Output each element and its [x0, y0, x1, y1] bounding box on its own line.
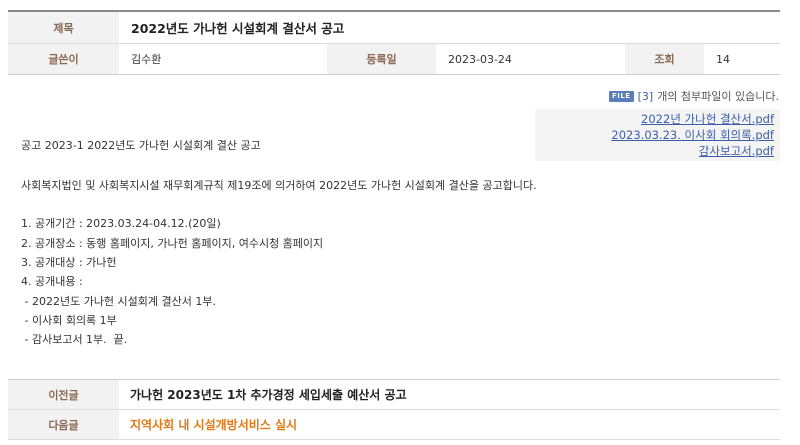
next-post-link[interactable]: 지역사회 내 시설개방서비스 실시	[119, 410, 297, 439]
prev-post-row[interactable]: 이전글 가나헌 2023년도 1차 추가경정 세입세출 예산서 공고	[8, 380, 780, 410]
attachment-count-suffix: 개의 첨부파일이 있습니다.	[657, 90, 779, 103]
body-list-item: 3. 공개대상 : 가나헌	[21, 256, 117, 269]
title-row: 제목 2022년도 가나헌 시설회계 결산서 공고	[8, 12, 780, 44]
body-list-item: 2. 공개장소 : 동행 홈페이지, 가나헌 홈페이지, 여수시청 홈페이지	[21, 237, 324, 250]
prev-post-link[interactable]: 가나헌 2023년도 1차 추가경정 세입세출 예산서 공고	[119, 380, 407, 409]
notice-heading: 공고 2023-1 2022년도 가나헌 시설회계 결산 공고	[21, 139, 261, 152]
post-navigation: 이전글 가나헌 2023년도 1차 추가경정 세입세출 예산서 공고 다음글 지…	[8, 379, 780, 440]
attachment-list: 2022년 가나헌 결산서.pdf 2023.03.23. 이사회 회의록.pd…	[535, 109, 780, 161]
body-sub-item: - 감사보고서 1부. 끝.	[21, 333, 128, 346]
post-title: 2022년도 가나헌 시설회계 결산서 공고	[131, 21, 345, 36]
views-label: 조회	[625, 44, 704, 74]
date-value: 2023-03-24	[448, 52, 512, 66]
next-label: 다음글	[8, 410, 119, 439]
author-label: 글쓴이	[8, 44, 119, 74]
body-sub-item: - 2022년도 가나헌 시설회계 결산서 1부.	[21, 295, 216, 308]
next-post-row[interactable]: 다음글 지역사회 내 시설개방서비스 실시	[8, 410, 780, 440]
attachment-count: [3]	[637, 89, 654, 103]
body-sub-item: - 이사회 회의록 1부	[21, 314, 117, 327]
author-value: 김수환	[131, 53, 162, 66]
post-meta-table: 제목 2022년도 가나헌 시설회계 결산서 공고 글쓴이 김수환 등록일 20…	[8, 10, 780, 75]
file-icon: FILE	[608, 90, 634, 102]
attachment-link[interactable]: 2022년 가나헌 결산서.pdf	[535, 111, 774, 127]
attachment-link[interactable]: 감사보고서.pdf	[535, 143, 774, 159]
body-paragraph: 사회복지법인 및 사회복지시설 재무회계규칙 제19조에 의거하여 2022년도…	[21, 179, 537, 192]
date-label: 등록일	[327, 44, 436, 74]
body-list-item: 1. 공개기간 : 2023.03.24-04.12.(20일)	[21, 217, 221, 230]
attachment-link[interactable]: 2023.03.23. 이사회 회의록.pdf	[535, 127, 774, 143]
body-list-item: 4. 공개내용 :	[21, 275, 83, 288]
info-row: 글쓴이 김수환 등록일 2023-03-24 조회 14	[8, 44, 780, 75]
views-value: 14	[716, 52, 730, 66]
prev-label: 이전글	[8, 380, 119, 409]
title-label: 제목	[8, 12, 119, 43]
attachment-header: FILE [3] 개의 첨부파일이 있습니다.	[608, 88, 779, 104]
